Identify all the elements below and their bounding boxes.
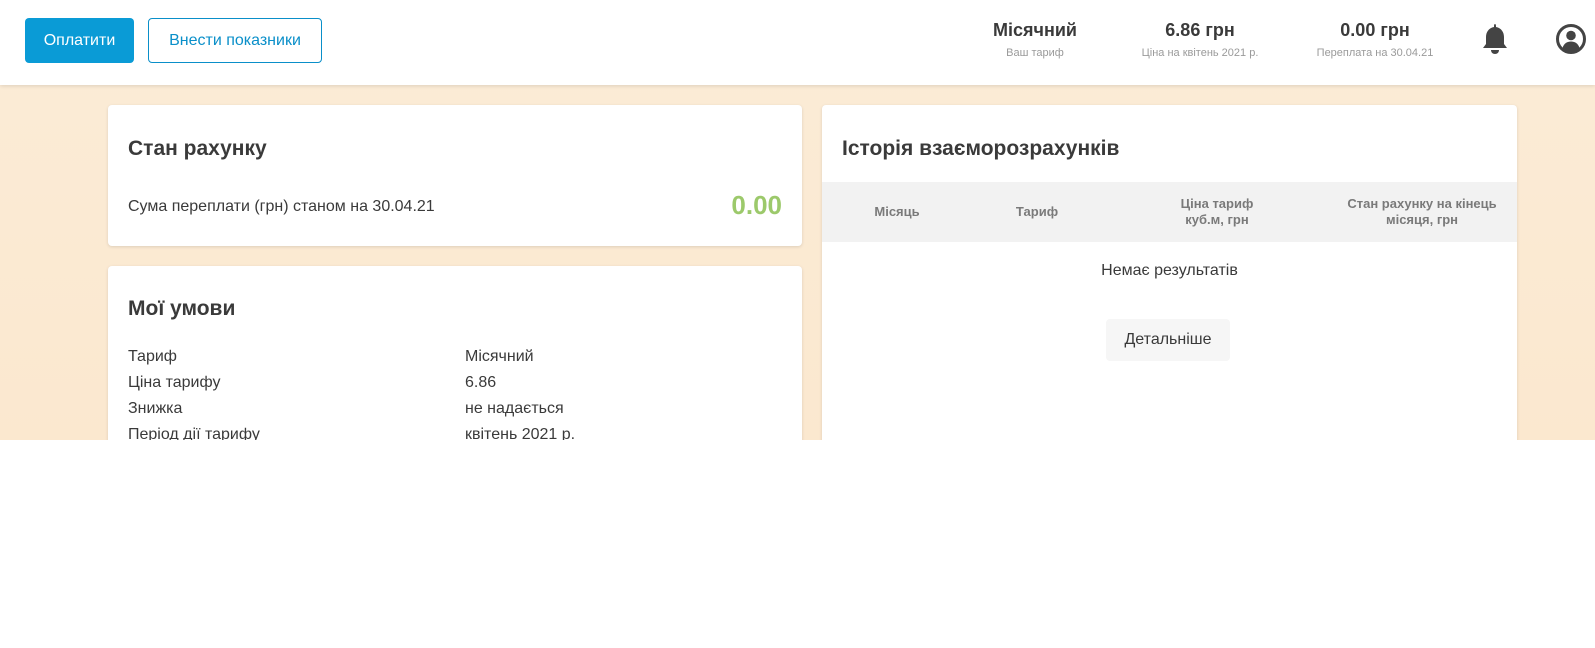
stat-overpayment: 0.00 грн Переплата на 30.04.21 bbox=[1300, 20, 1450, 59]
overpayment-label: Сума переплати (грн) станом на 30.04.21 bbox=[128, 198, 435, 215]
stat-tariff-label: Ваш тариф bbox=[1006, 47, 1064, 59]
terms-label-period: Період дії тарифу bbox=[128, 426, 260, 440]
stat-tariff: Місячний Ваш тариф bbox=[975, 20, 1095, 59]
stat-price-value: 6.86 грн bbox=[1165, 20, 1235, 40]
column-header-tariff: Тариф bbox=[1015, 204, 1059, 219]
pay-button[interactable]: Оплатити bbox=[25, 18, 134, 63]
history-table-header: Місяць Тариф Ціна тариф куб.м, грн Стан … bbox=[822, 182, 1517, 242]
stat-tariff-value: Місячний bbox=[993, 20, 1077, 40]
stat-price-label: Ціна на квітень 2021 р. bbox=[1141, 47, 1259, 59]
my-terms-title: Мої умови bbox=[128, 297, 236, 320]
terms-label-price: Ціна тарифу bbox=[128, 374, 221, 391]
terms-value-price: 6.86 bbox=[465, 374, 497, 391]
terms-label-discount: Знижка bbox=[128, 400, 183, 417]
column-header-balance-line2: місяця, грн bbox=[1385, 212, 1459, 227]
bell-icon[interactable] bbox=[1479, 22, 1511, 58]
stat-overpayment-value: 0.00 грн bbox=[1340, 20, 1410, 40]
page-viewport: Оплатити Внести показники Місячний Ваш т… bbox=[0, 0, 1595, 440]
history-empty-message: Немає результатів bbox=[1101, 262, 1238, 279]
overpayment-amount: 0.00 bbox=[731, 190, 782, 220]
user-circle-icon[interactable] bbox=[1554, 22, 1588, 58]
terms-value-discount: не надається bbox=[465, 400, 564, 417]
stat-overpayment-label: Переплата на 30.04.21 bbox=[1316, 47, 1434, 59]
column-header-price: Ціна тариф куб.м, грн bbox=[1142, 196, 1292, 228]
column-header-month: Місяць bbox=[874, 204, 920, 219]
my-terms-card: Мої умови Тариф Місячний Ціна тарифу 6.8… bbox=[108, 266, 802, 440]
column-header-price-line1: Ціна тариф bbox=[1180, 196, 1254, 211]
settlement-history-title: Історія взаєморозрахунків bbox=[842, 137, 1120, 160]
details-button[interactable]: Детальніше bbox=[1106, 319, 1230, 361]
terms-label-tariff: Тариф bbox=[128, 348, 177, 365]
column-header-balance: Стан рахунку на кінець місяця, грн bbox=[1332, 196, 1512, 228]
submit-meter-readings-button[interactable]: Внести показники bbox=[148, 18, 322, 63]
column-header-price-line2: куб.м, грн bbox=[1185, 212, 1249, 227]
stat-price: 6.86 грн Ціна на квітень 2021 р. bbox=[1120, 20, 1280, 59]
column-header-balance-line1: Стан рахунку на кінець bbox=[1347, 196, 1497, 211]
settlement-history-card: Історія взаєморозрахунків Місяць Тариф Ц… bbox=[822, 105, 1517, 440]
account-status-title: Стан рахунку bbox=[128, 137, 267, 160]
terms-value-period: квітень 2021 р. bbox=[465, 426, 576, 440]
terms-value-tariff: Місячний bbox=[465, 348, 534, 365]
account-status-card: Стан рахунку Сума переплати (грн) станом… bbox=[108, 105, 802, 246]
top-bar: Оплатити Внести показники Місячний Ваш т… bbox=[0, 0, 1595, 85]
